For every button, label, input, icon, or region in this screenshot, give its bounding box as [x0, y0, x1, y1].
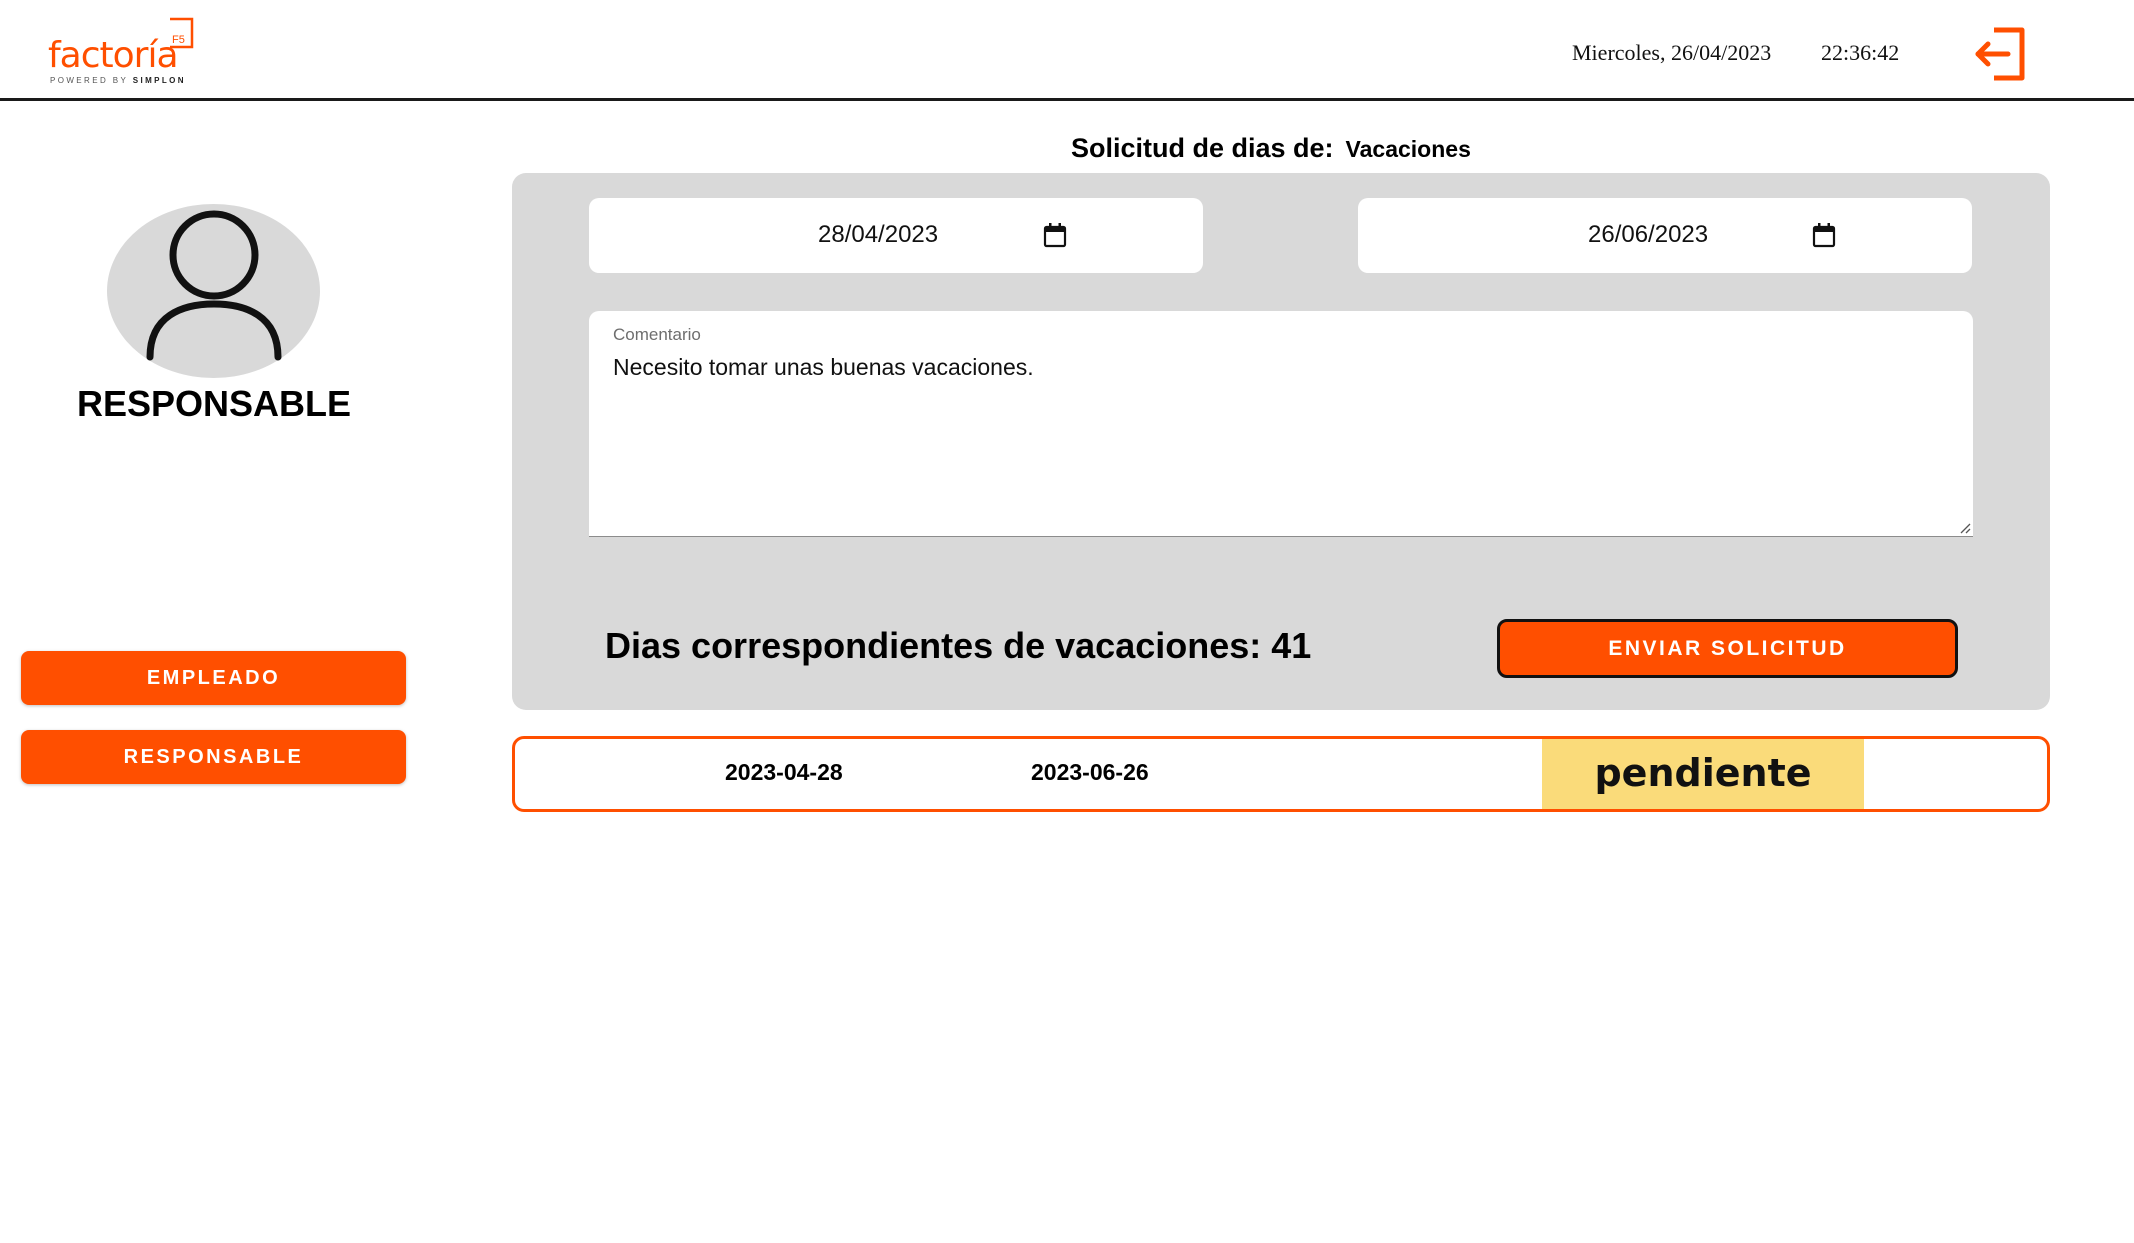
logout-icon[interactable] [1972, 26, 2028, 82]
comment-textarea[interactable]: Comentario Necesito tomar unas buenas va… [589, 311, 1973, 537]
request-start-date: 2023-04-28 [725, 759, 843, 785]
f5-badge-icon: F5 [170, 17, 194, 49]
request-end-date: 2023-06-26 [1031, 759, 1149, 785]
start-date-value: 28/04/2023 [818, 221, 939, 248]
user-role: RESPONSABLE [76, 383, 352, 424]
top-header: factoría F5 POWERED BY SIMPLON Miercoles… [0, 0, 2134, 101]
resize-grip-icon[interactable] [1959, 522, 1971, 534]
status-badge: pendiente [1542, 739, 1864, 809]
start-date-input[interactable]: 28/04/2023 [589, 198, 1203, 273]
end-date-input[interactable]: 26/06/2023 [1358, 198, 1972, 273]
send-request-button[interactable]: ENVIAR SOLICITUD [1497, 619, 1958, 678]
avatar [107, 204, 320, 378]
logo-wordmark: factoría [48, 35, 179, 76]
empleado-button[interactable]: EMPLEADO [21, 651, 406, 705]
comment-label: Comentario [613, 325, 701, 344]
svg-text:F5: F5 [172, 34, 185, 46]
user-icon [146, 210, 282, 361]
vacation-days-remaining: Dias correspondientes de vacaciones: 41 [605, 625, 1312, 666]
request-form-panel: 28/04/2023 26/06/2023 Comentario Necesit… [512, 173, 2050, 710]
logo-tagline: POWERED BY SIMPLON [50, 76, 186, 85]
comment-value: Necesito tomar unas buenas vacaciones. [613, 354, 1034, 380]
calendar-icon[interactable] [1812, 222, 1836, 248]
request-type: Vacaciones [1345, 136, 1471, 162]
request-list-item: 2023-04-28 2023-06-26 pendiente [512, 736, 2050, 812]
current-time: 22:36:42 [1821, 40, 1900, 65]
request-title: Solicitud de dias de: Vacaciones [1071, 133, 1471, 164]
calendar-icon[interactable] [1043, 222, 1067, 248]
current-date: Miercoles, 26/04/2023 [1572, 40, 1772, 65]
factoria-logo[interactable]: factoría F5 POWERED BY SIMPLON [48, 16, 198, 90]
responsable-button[interactable]: RESPONSABLE [21, 730, 406, 784]
request-title-label: Solicitud de dias de: [1071, 133, 1334, 163]
end-date-value: 26/06/2023 [1588, 221, 1709, 248]
